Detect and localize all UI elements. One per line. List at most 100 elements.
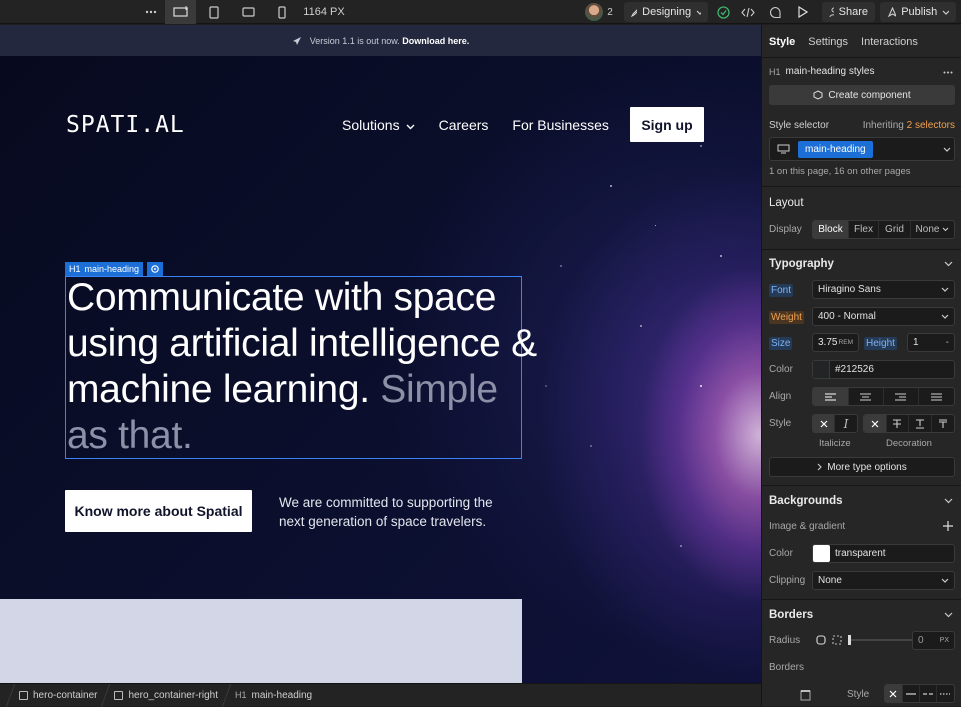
height-label: Height <box>864 337 897 350</box>
color-swatch[interactable] <box>813 361 830 378</box>
more-type-options-label: More type options <box>827 461 907 473</box>
chevron-down-icon <box>941 287 949 292</box>
italicize-label: Italicize <box>819 438 851 449</box>
radius-all-icon[interactable] <box>815 634 827 646</box>
radius-individual-icon[interactable] <box>831 634 843 646</box>
size-unit[interactable]: REM <box>839 339 853 346</box>
nav-careers[interactable]: Careers <box>439 117 489 133</box>
desktop-breakpoint-icon[interactable] <box>165 0 196 24</box>
align-center-icon[interactable] <box>849 388 884 405</box>
signup-button[interactable]: Sign up <box>630 107 704 142</box>
overline-icon[interactable] <box>932 415 954 432</box>
clipping-select[interactable]: None <box>812 571 955 590</box>
radius-input[interactable]: 0 PX <box>912 631 955 650</box>
style-selector-label: Style selector <box>769 120 830 131</box>
preview-play-icon[interactable] <box>792 0 812 24</box>
share-button[interactable]: Share <box>822 2 875 22</box>
code-icon[interactable] <box>738 0 758 24</box>
bg-color-input[interactable]: transparent <box>812 544 955 563</box>
height-unit[interactable]: - <box>946 337 949 348</box>
font-select[interactable]: Hiragino Sans <box>812 280 955 299</box>
hero-image-placeholder[interactable] <box>0 599 522 683</box>
nav-solutions[interactable]: Solutions <box>342 117 415 133</box>
publish-button[interactable]: Publish <box>880 2 956 22</box>
tab-interactions[interactable]: Interactions <box>861 36 918 48</box>
mode-dropdown[interactable]: Designing <box>624 2 708 22</box>
dotted-line-icon[interactable] <box>937 685 954 702</box>
breadcrumb-hero-container-right[interactable]: hero_container-right <box>106 690 226 701</box>
radius-slider[interactable] <box>848 634 914 646</box>
inheriting-count: 2 selectors <box>906 120 955 131</box>
user-icon <box>829 7 834 17</box>
line-height-input[interactable]: 1- <box>907 333 955 352</box>
font-label: Font <box>769 284 794 297</box>
selector-state-icon[interactable] <box>773 140 793 158</box>
align-label: Align <box>769 391 792 402</box>
add-icon[interactable] <box>942 520 954 532</box>
none-x-icon[interactable] <box>813 415 836 432</box>
align-right-icon[interactable] <box>884 388 919 405</box>
mobile-landscape-icon[interactable] <box>234 0 262 24</box>
clipping-value: None <box>818 575 842 586</box>
more-type-options-button[interactable]: More type options <box>769 457 955 477</box>
top-toolbar: 1164 PX 2 Designing Share Publish <box>0 0 961 24</box>
collapse-chevron-icon[interactable] <box>942 610 954 620</box>
breadcrumb-hero-container[interactable]: hero-container <box>11 690 105 701</box>
tab-style[interactable]: Style <box>769 36 795 48</box>
tab-settings[interactable]: Settings <box>808 36 848 48</box>
display-none[interactable]: None <box>911 221 954 238</box>
collapse-chevron-icon[interactable] <box>942 259 954 269</box>
text-color-input[interactable]: #212526 <box>812 360 955 379</box>
backgrounds-section-title: Backgrounds <box>769 495 843 507</box>
comment-icon[interactable] <box>765 0 785 24</box>
size-input[interactable]: 3.75 REM <box>812 333 859 352</box>
radius-slider-handle[interactable] <box>848 635 851 645</box>
collaborators[interactable]: 2 <box>580 0 618 24</box>
border-style-label: Style <box>847 689 870 700</box>
underline-icon[interactable] <box>909 415 932 432</box>
collapse-chevron-icon[interactable] <box>942 496 954 506</box>
mobile-portrait-icon[interactable] <box>268 0 296 24</box>
display-toggle: Block Flex Grid None <box>812 220 955 239</box>
selector-field[interactable]: main-heading <box>769 137 955 161</box>
breadcrumb-label: hero_container-right <box>128 689 218 701</box>
inheriting-info[interactable]: Inheriting 2 selectors <box>863 120 955 131</box>
weight-select[interactable]: 400 - Normal <box>812 307 955 326</box>
italic-icon[interactable]: I <box>835 415 857 432</box>
more-icon[interactable] <box>940 66 956 78</box>
display-grid[interactable]: Grid <box>879 221 911 238</box>
weight-value: 400 - Normal <box>818 311 876 322</box>
selection-tag[interactable]: H1 main-heading <box>65 262 144 276</box>
display-flex[interactable]: Flex <box>849 221 879 238</box>
rocket-icon <box>292 36 301 45</box>
breadcrumb-main-heading[interactable]: H1 main-heading <box>227 690 320 701</box>
none-x-icon[interactable] <box>864 415 887 432</box>
dashed-line-icon[interactable] <box>920 685 937 702</box>
know-more-button[interactable]: Know more about Spatial <box>65 490 252 532</box>
solid-line-icon[interactable] <box>903 685 920 702</box>
border-box-icon[interactable] <box>798 689 812 701</box>
strikethrough-icon[interactable] <box>887 415 909 432</box>
tablet-breakpoint-icon[interactable] <box>200 0 228 24</box>
create-component-button[interactable]: Create component <box>769 85 955 105</box>
design-canvas[interactable]: Version 1.1 is out now. Download here. S… <box>0 25 761 683</box>
none-x-icon[interactable] <box>885 685 903 702</box>
breadcrumb: hero-container hero_container-right H1 ma… <box>0 683 761 707</box>
display-none-label: None <box>915 224 940 235</box>
chevron-down-icon <box>696 10 701 15</box>
chevron-down-icon <box>943 147 951 152</box>
display-block[interactable]: Block <box>813 221 849 238</box>
more-icon[interactable] <box>140 0 162 24</box>
align-left-icon[interactable] <box>813 388 849 405</box>
site-logo[interactable]: SPATI.AL <box>66 112 185 138</box>
color-swatch[interactable] <box>813 545 830 562</box>
settings-gear-icon[interactable] <box>147 262 163 276</box>
decoration-label: Decoration <box>886 438 932 449</box>
nav-for-businesses[interactable]: For Businesses <box>512 117 608 133</box>
check-status-icon[interactable] <box>713 0 733 24</box>
avatar <box>585 3 604 21</box>
main-heading[interactable]: Communicate with space using artificial … <box>67 275 537 459</box>
selector-chip[interactable]: main-heading <box>798 140 873 158</box>
align-justify-icon[interactable] <box>919 388 954 405</box>
banner-link[interactable]: Download here. <box>402 36 469 46</box>
